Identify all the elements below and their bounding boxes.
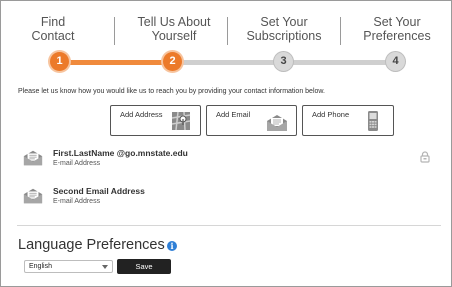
- intro-text: Please let us know how you would like us…: [18, 88, 326, 95]
- step-track-1: [68, 60, 164, 65]
- save-button[interactable]: Save: [117, 259, 171, 274]
- step-circle-3[interactable]: 3: [274, 52, 293, 71]
- envelope-icon: [23, 188, 43, 204]
- add-phone-button[interactable]: Add Phone: [302, 105, 394, 136]
- step-label-line2: Preferences: [363, 29, 431, 43]
- step-divider: [227, 17, 228, 45]
- email-address-value: Second Email Address: [53, 186, 145, 196]
- add-address-label: Add Address: [120, 110, 163, 119]
- email-type-label: E-mail Address: [53, 198, 101, 205]
- step-label-line2: Subscriptions: [246, 29, 322, 43]
- step-label-subscriptions[interactable]: Set Your Subscriptions: [238, 15, 330, 49]
- language-select[interactable]: English: [24, 260, 113, 273]
- step-divider: [114, 17, 115, 45]
- envelope-icon: [23, 150, 43, 166]
- email-address-value: First.LastName @go.mnstate.edu: [53, 148, 188, 158]
- step-track-3: [293, 60, 387, 65]
- step-label-find-contact[interactable]: Find Contact: [20, 15, 86, 49]
- chevron-down-icon: [102, 265, 108, 269]
- step-label-line1: Set Your: [260, 15, 308, 29]
- step-track-2: [182, 60, 274, 65]
- step-divider: [340, 17, 341, 45]
- step-label-line2: Yourself: [151, 29, 197, 43]
- email-row-primary[interactable]: First.LastName @go.mnstate.edu E-mail Ad…: [23, 148, 443, 178]
- lock-icon: [420, 151, 430, 163]
- step-label-preferences[interactable]: Set Your Preferences: [352, 15, 442, 49]
- step-label-line1: Tell Us About: [137, 15, 211, 29]
- step-label-line1: Set Your: [373, 15, 421, 29]
- page-frame: Find Contact Tell Us About Yourself Set …: [0, 0, 452, 287]
- language-preferences-heading: Language Preferences: [18, 237, 165, 253]
- step-label-line1: Find: [40, 15, 66, 29]
- add-phone-label: Add Phone: [312, 110, 350, 119]
- step-circle-2[interactable]: 2: [163, 52, 182, 71]
- email-row-secondary[interactable]: Second Email Address E-mail Address: [23, 186, 443, 216]
- add-email-button[interactable]: Add Email: [206, 105, 297, 136]
- step-progress: Find Contact Tell Us About Yourself Set …: [2, 9, 452, 73]
- step-circle-1[interactable]: 1: [50, 52, 69, 71]
- add-address-button[interactable]: Add Address: [110, 105, 201, 136]
- info-icon[interactable]: i: [167, 241, 177, 251]
- step-label-tell-us[interactable]: Tell Us About Yourself: [126, 15, 222, 49]
- language-select-value: English: [29, 263, 52, 270]
- email-type-label: E-mail Address: [53, 160, 101, 167]
- map-icon: [171, 111, 191, 131]
- step-label-line2: Contact: [31, 29, 75, 43]
- envelope-icon: [267, 115, 287, 131]
- add-email-label: Add Email: [216, 110, 251, 119]
- section-divider: [17, 225, 441, 226]
- phone-icon: [368, 111, 378, 131]
- step-circle-4[interactable]: 4: [386, 52, 405, 71]
